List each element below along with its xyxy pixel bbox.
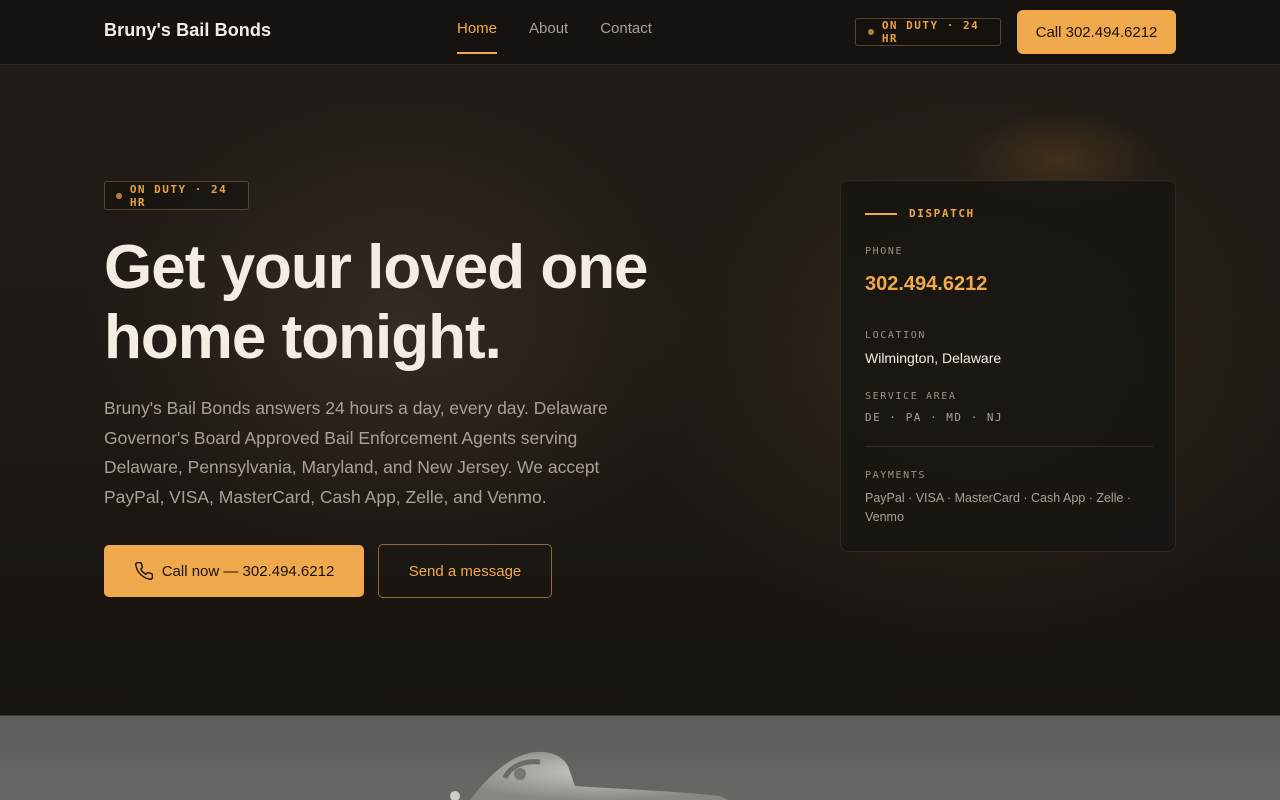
service-area-value: DE · PA · MD · NJ <box>865 411 1004 424</box>
hero-section: ON DUTY · 24 HR Get your loved one home … <box>0 65 1280 715</box>
top-nav: Bruny's Bail Bonds Home About Contact ON… <box>0 0 1280 65</box>
hero-headline: Get your loved one home tonight. <box>104 233 744 373</box>
dispatch-card: DISPATCH PHONE 302.494.6212 LOCATION Wil… <box>840 180 1176 552</box>
headline-line-1: Get your loved one <box>104 233 649 302</box>
nav-call-button[interactable]: Call 302.494.6212 <box>1017 10 1176 54</box>
nav-link-home[interactable]: Home <box>457 20 498 54</box>
hero-description: Bruny's Bail Bonds answers 24 hours a da… <box>104 398 608 508</box>
nav-link-about[interactable]: About <box>529 20 568 54</box>
status-dot-icon <box>116 192 122 199</box>
accent-rule <box>865 212 897 215</box>
location-value: Wilmington, Delaware <box>865 350 1002 366</box>
phone-number-link[interactable]: 302.494.6212 <box>865 273 987 296</box>
card-divider <box>865 446 1153 447</box>
dispatch-title: DISPATCH <box>909 207 975 220</box>
hero-status-text: ON DUTY · 24 HR <box>129 182 228 209</box>
phone-icon <box>134 561 153 580</box>
nav-links: Home About Contact <box>457 20 652 54</box>
headline-line-2: home tonight. <box>104 303 502 372</box>
send-message-button[interactable]: Send a message <box>378 544 552 598</box>
dispatch-header: DISPATCH <box>865 207 975 220</box>
nav-status-badge: ON DUTY · 24 HR <box>855 18 1001 46</box>
hero-status-badge: ON DUTY · 24 HR <box>104 181 249 210</box>
nav-status-text: ON DUTY · 24 HR <box>881 19 980 45</box>
payments-label: PAYMENTS <box>865 470 926 481</box>
call-now-label: Call now — 302.494.6212 <box>161 562 335 580</box>
handcuffs-image <box>450 751 728 800</box>
nav-link-contact[interactable]: Contact <box>600 20 652 54</box>
handcuffs-image-section <box>0 715 1280 800</box>
phone-label: PHONE <box>865 246 904 257</box>
location-label: LOCATION <box>865 330 926 341</box>
service-area-label: SERVICE AREA <box>865 391 957 402</box>
payments-value: PayPal · VISA · MasterCard · Cash App · … <box>865 491 1132 524</box>
brand-name[interactable]: Bruny's Bail Bonds <box>104 20 271 41</box>
status-dot-icon <box>868 29 874 35</box>
call-now-button[interactable]: Call now — 302.494.6212 <box>104 545 364 597</box>
